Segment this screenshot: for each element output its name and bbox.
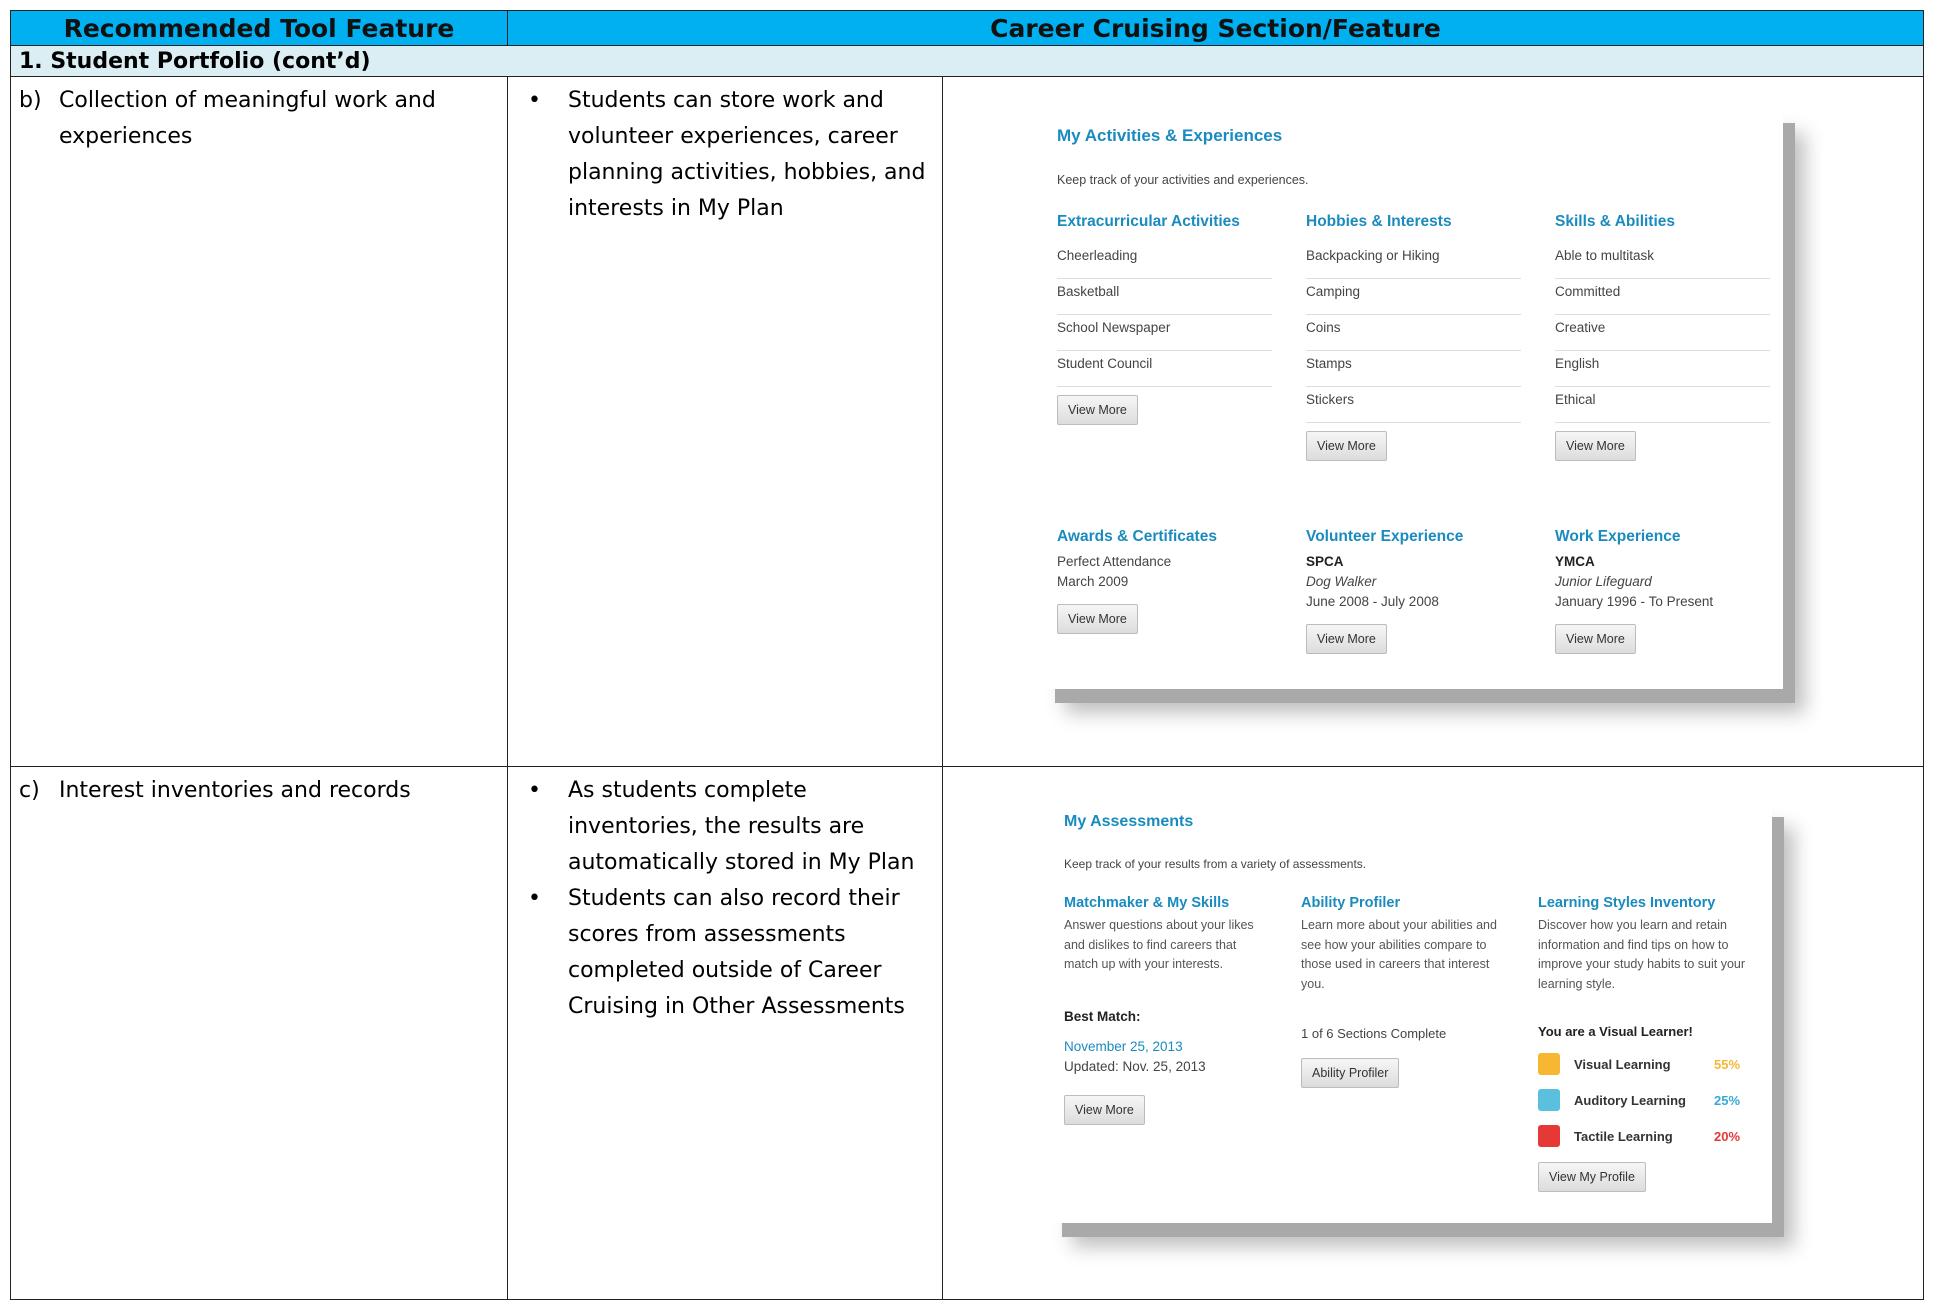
activities-panel: My Activities & Experiences Keep track o… — [1043, 109, 1783, 689]
best-match-updated: Updated: Nov. 25, 2013 — [1064, 1058, 1206, 1074]
list-item: Coins — [1306, 315, 1521, 351]
matchmaker-column: Matchmaker & My Skills Answer questions … — [1064, 895, 1264, 1125]
volunteer-org: SPCA — [1306, 554, 1344, 569]
view-my-profile-button[interactable]: View My Profile — [1538, 1162, 1646, 1192]
feature-cell-c: c) Interest inventories and records — [10, 766, 508, 1300]
learning-styles-column: Learning Styles Inventory Discover how y… — [1538, 895, 1763, 1192]
feature-text: Interest inventories and records — [59, 778, 411, 803]
view-more-button[interactable]: View More — [1057, 395, 1138, 425]
bullet-item: • As students complete inventories, the r… — [528, 778, 915, 875]
view-more-button[interactable]: View More — [1306, 431, 1387, 461]
volunteer-column: Volunteer Experience SPCA Dog Walker Jun… — [1306, 528, 1521, 654]
list-item: Able to multitask — [1555, 243, 1770, 279]
swatch-icon — [1538, 1089, 1560, 1111]
row-label: c) — [19, 778, 40, 803]
list-item: Stamps — [1306, 351, 1521, 387]
list-item: Student Council — [1057, 351, 1272, 387]
feature-table: Recommended Tool Feature Career Cruising… — [10, 10, 1924, 1300]
style-percent: 25% — [1714, 1092, 1741, 1108]
list-item: Ethical — [1555, 387, 1770, 423]
learning-result: You are a Visual Learner! — [1538, 1024, 1693, 1039]
volunteer-role: Dog Walker — [1306, 574, 1377, 589]
list-item: English — [1555, 351, 1770, 387]
ability-progress: 1 of 6 Sections Complete — [1301, 1026, 1447, 1041]
ability-profiler-column: Ability Profiler Learn more about your a… — [1301, 895, 1506, 1088]
bullet-item: • Students can also record their scores f… — [528, 886, 905, 1019]
list-item: Camping — [1306, 279, 1521, 315]
activities-subtitle: Keep track of your activities and experi… — [1057, 173, 1309, 187]
list-item: Stickers — [1306, 387, 1521, 423]
extracurricular-column: Extracurricular Activities Cheerleading … — [1057, 213, 1272, 425]
col-header-career-cruising: Career Cruising Section/Feature — [507, 10, 1924, 46]
learning-desc: Discover how you learn and retain inform… — [1538, 918, 1746, 991]
awards-column: Awards & Certificates Perfect Attendance… — [1057, 528, 1272, 634]
view-more-button[interactable]: View More — [1057, 604, 1138, 634]
list-item: Backpacking or Hiking — [1306, 243, 1521, 279]
bullets-cell-c: • As students complete inventories, the r… — [507, 766, 943, 1300]
column-heading: Hobbies & Interests — [1306, 213, 1452, 230]
hobbies-column: Hobbies & Interests Backpacking or Hikin… — [1306, 213, 1521, 461]
learning-style-row: Tactile Learning 20% — [1538, 1118, 1763, 1154]
ability-profiler-button[interactable]: Ability Profiler — [1301, 1058, 1400, 1088]
best-match-date: November 25, 2013 — [1064, 1038, 1183, 1054]
column-heading: Extracurricular Activities — [1057, 213, 1240, 230]
style-percent: 55% — [1714, 1056, 1741, 1072]
ability-desc: Learn more about your abilities and see … — [1301, 918, 1497, 991]
best-match-label: Best Match: — [1064, 1008, 1141, 1024]
column-heading: Matchmaker & My Skills — [1064, 895, 1230, 911]
section-title: 1. Student Portfolio (cont’d) — [10, 45, 1924, 77]
bullet-item: • Students can store work and volunteer e… — [528, 88, 926, 221]
swatch-icon — [1538, 1053, 1560, 1075]
bullets-cell-b: • Students can store work and volunteer e… — [507, 76, 943, 767]
view-more-button[interactable]: View More — [1064, 1094, 1145, 1125]
work-column: Work Experience YMCA Junior Lifeguard Ja… — [1555, 528, 1770, 654]
view-more-button[interactable]: View More — [1306, 624, 1387, 654]
learning-styles-list: Visual Learning 55% Auditory Learning 25… — [1538, 1046, 1763, 1154]
work-org: YMCA — [1555, 554, 1595, 569]
activities-title: My Activities & Experiences — [1057, 126, 1283, 145]
view-more-button[interactable]: View More — [1555, 624, 1636, 654]
style-percent: 20% — [1714, 1128, 1741, 1144]
screenshot-cell-c: My Assessments Keep track of your result… — [942, 766, 1924, 1300]
list-item: Cheerleading — [1057, 243, 1272, 279]
column-heading: Work Experience — [1555, 528, 1681, 545]
view-more-button[interactable]: View More — [1555, 431, 1636, 461]
feature-cell-b: b) Collection of meaningful work and expe… — [10, 76, 508, 767]
column-heading: Learning Styles Inventory — [1538, 895, 1716, 911]
award-name: Perfect Attendance — [1057, 554, 1172, 569]
work-dates: January 1996 - To Present — [1555, 594, 1714, 609]
feature-text: Collection of meaningful work and experi… — [59, 88, 436, 149]
learning-style-row: Auditory Learning 25% — [1538, 1082, 1763, 1118]
skills-column: Skills & Abilities Able to multitask Com… — [1555, 213, 1770, 461]
list-item: School Newspaper — [1057, 315, 1272, 351]
learning-style-row: Visual Learning 55% — [1538, 1046, 1763, 1082]
column-heading: Awards & Certificates — [1057, 528, 1217, 545]
assessments-subtitle: Keep track of your results from a variet… — [1064, 857, 1367, 871]
list-item: Committed — [1555, 279, 1770, 315]
column-heading: Ability Profiler — [1301, 895, 1401, 911]
swatch-icon — [1538, 1125, 1560, 1147]
col-header-tool-feature: Recommended Tool Feature — [10, 10, 508, 46]
assessments-title: My Assessments — [1064, 813, 1194, 830]
column-heading: Volunteer Experience — [1306, 528, 1464, 545]
row-label: b) — [19, 88, 42, 113]
work-role: Junior Lifeguard — [1555, 574, 1652, 589]
volunteer-dates: June 2008 - July 2008 — [1306, 594, 1439, 609]
screenshot-cell-b: My Activities & Experiences Keep track o… — [942, 76, 1924, 767]
list-item: Creative — [1555, 315, 1770, 351]
matchmaker-desc: Answer questions about your likes and di… — [1064, 918, 1254, 971]
column-heading: Skills & Abilities — [1555, 213, 1676, 230]
list-item: Basketball — [1057, 279, 1272, 315]
assessments-panel: My Assessments Keep track of your result… — [1050, 803, 1772, 1223]
award-date: March 2009 — [1057, 574, 1129, 589]
